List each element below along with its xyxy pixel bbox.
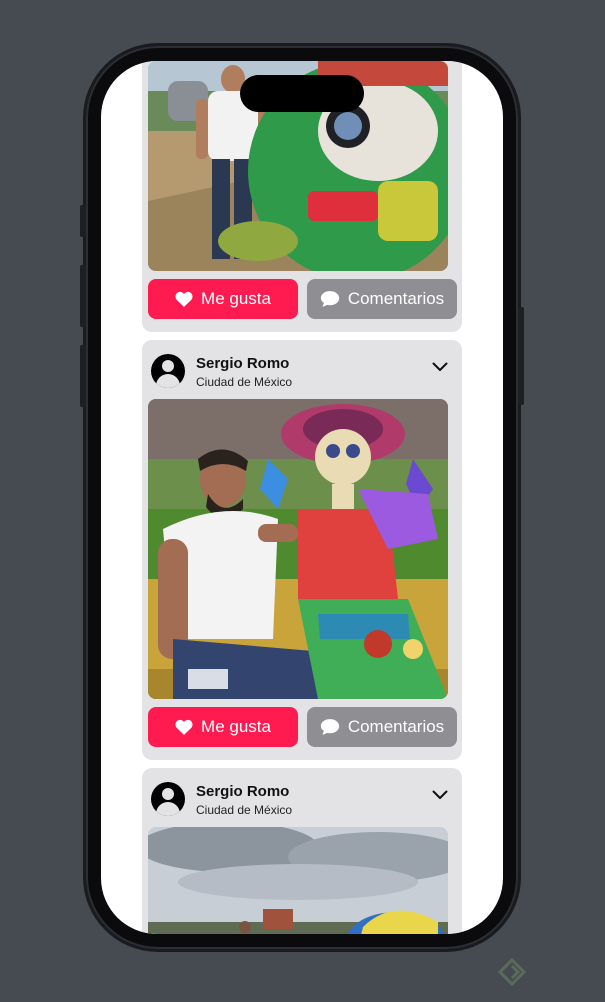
post-photo-image <box>148 399 448 699</box>
post-header: Sergio Romo Ciudad de México <box>142 340 462 396</box>
action-button <box>80 205 86 237</box>
post-card: Sergio Romo Ciudad de México <box>142 768 462 934</box>
logo-icon <box>497 957 527 987</box>
user-location: Ciudad de México <box>196 375 293 389</box>
dynamic-island <box>240 75 364 112</box>
comments-label: Comentarios <box>347 289 445 308</box>
volume-down-button <box>80 345 86 407</box>
power-button <box>518 307 524 405</box>
heart-icon <box>175 719 193 735</box>
post-photo-image <box>148 827 448 934</box>
post-feed[interactable]: Me gusta Comentarios Sergio Romo Ciudad … <box>101 61 503 934</box>
person-circle-icon[interactable] <box>151 354 185 388</box>
user-location: Ciudad de México <box>196 803 293 817</box>
comments-button[interactable]: Comentarios <box>307 707 457 747</box>
post-card: Sergio Romo Ciudad de México <box>142 340 462 760</box>
post-photo[interactable] <box>148 399 448 699</box>
phone-screen: Me gusta Comentarios Sergio Romo Ciudad … <box>101 61 503 934</box>
like-label: Me gusta <box>201 717 271 736</box>
post-photo[interactable] <box>148 827 448 934</box>
person-circle-icon[interactable] <box>151 782 185 816</box>
speech-bubble-icon <box>320 291 339 307</box>
chevron-down-icon[interactable] <box>432 362 448 372</box>
like-button[interactable]: Me gusta <box>148 279 298 319</box>
comments-label: Comentarios <box>347 717 445 736</box>
comments-button[interactable]: Comentarios <box>307 279 457 319</box>
volume-up-button <box>80 265 86 327</box>
user-name[interactable]: Sergio Romo <box>196 783 289 800</box>
heart-icon <box>175 291 193 307</box>
like-button[interactable]: Me gusta <box>148 707 298 747</box>
user-name[interactable]: Sergio Romo <box>196 355 289 372</box>
chevron-down-icon[interactable] <box>432 790 448 800</box>
speech-bubble-icon <box>320 719 339 735</box>
post-header: Sergio Romo Ciudad de México <box>142 768 462 824</box>
like-label: Me gusta <box>201 289 271 308</box>
